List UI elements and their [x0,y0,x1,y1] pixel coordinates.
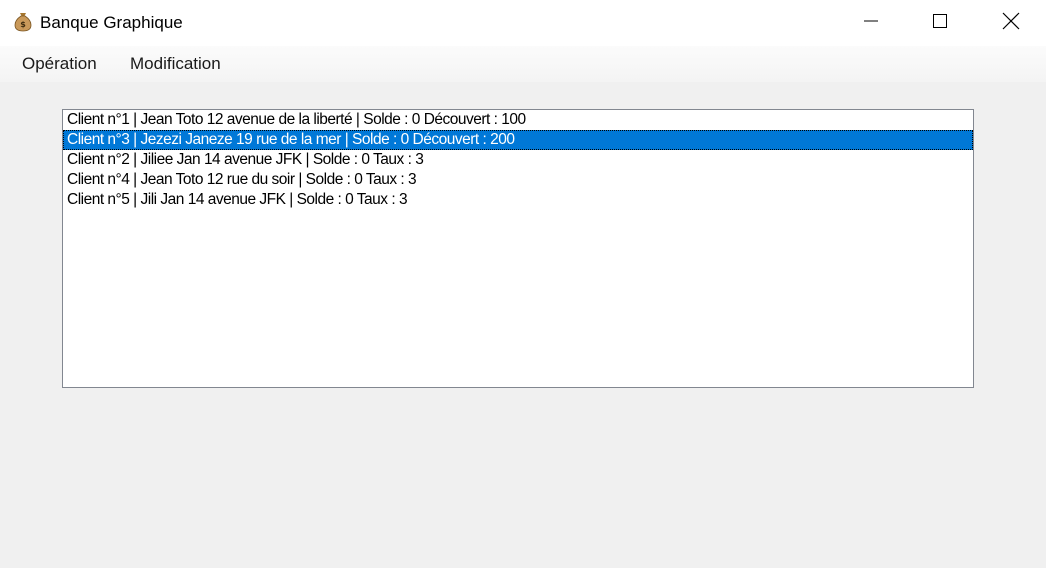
svg-text:$: $ [20,20,26,29]
client-listbox[interactable]: Client n°1 | Jean Toto 12 avenue de la l… [62,109,974,388]
client-list-item[interactable]: Client n°2 | Jiliee Jan 14 avenue JFK | … [63,150,973,170]
application-window: $ Banque Graphique Opération Modificatio… [0,0,1046,568]
close-icon [1002,12,1020,35]
minimize-button[interactable] [848,0,894,46]
client-list-item-selected[interactable]: Client n°3 | Jezezi Janeze 19 rue de la … [63,130,973,150]
minimize-icon [863,13,879,34]
money-bag-icon: $ [12,11,34,33]
client-list-item[interactable]: Client n°4 | Jean Toto 12 rue du soir | … [63,170,973,190]
close-button[interactable] [988,0,1034,46]
maximize-icon [932,13,948,34]
menu-modification[interactable]: Modification [130,54,221,74]
title-bar[interactable]: $ Banque Graphique [0,0,1046,46]
menu-operation[interactable]: Opération [22,54,97,74]
client-list-item[interactable]: Client n°1 | Jean Toto 12 avenue de la l… [63,110,973,130]
menu-bar: Opération Modification [0,46,1046,82]
maximize-button[interactable] [917,0,963,46]
window-title: Banque Graphique [40,13,183,32]
client-list-item[interactable]: Client n°5 | Jili Jan 14 avenue JFK | So… [63,190,973,210]
